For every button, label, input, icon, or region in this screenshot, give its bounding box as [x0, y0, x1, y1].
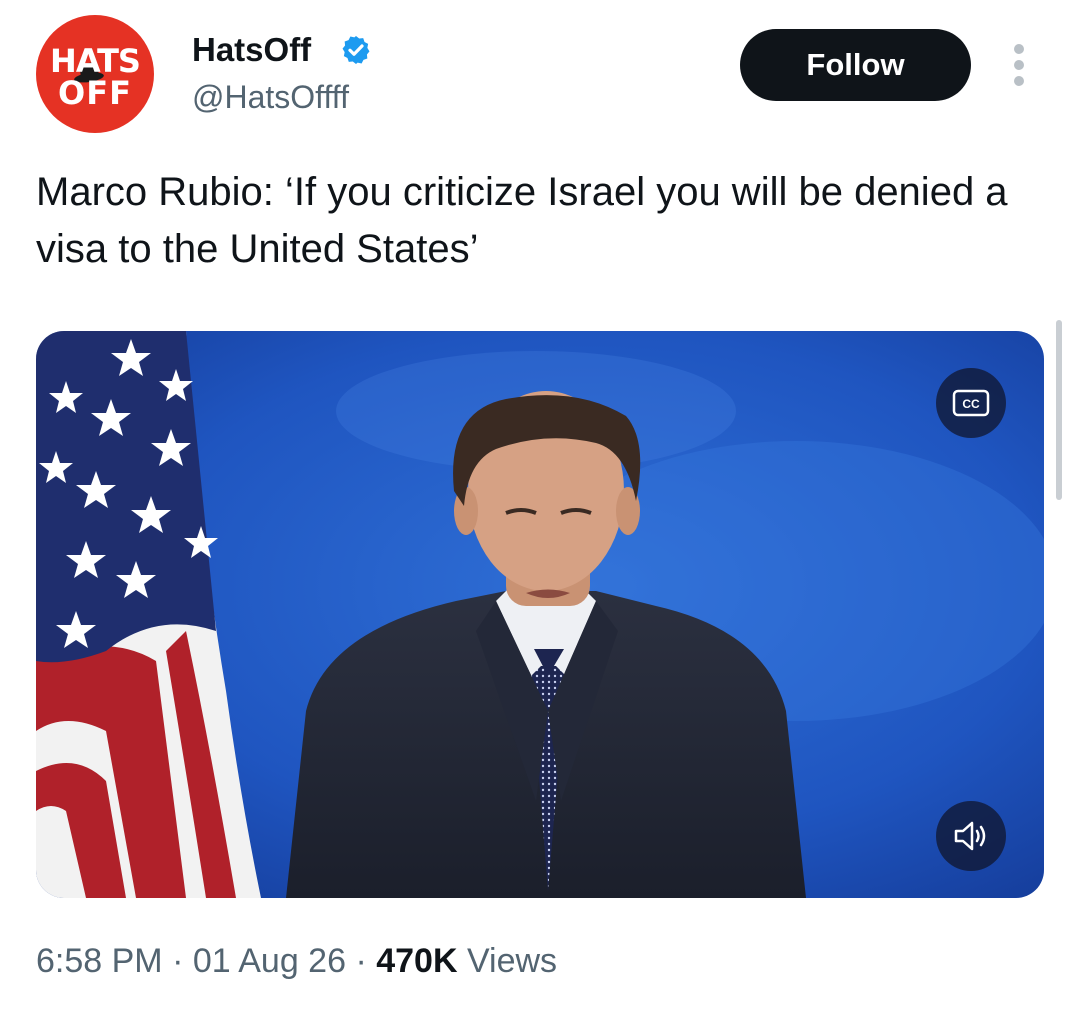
- video-player[interactable]: [36, 331, 1044, 898]
- tweet-date[interactable]: 01 Aug 26: [193, 942, 346, 980]
- tweet-meta: 6:58 PM · 01 Aug 26 · 470K Views: [36, 936, 557, 986]
- tweet-time[interactable]: 6:58 PM: [36, 942, 163, 980]
- avatar-text-hats: HATS: [50, 42, 141, 80]
- scrollbar[interactable]: [1056, 320, 1062, 500]
- avatar[interactable]: HATS OFF: [36, 15, 154, 133]
- video-frame: [36, 331, 1044, 898]
- volume-button[interactable]: [936, 801, 1006, 871]
- follow-button[interactable]: Follow: [740, 29, 971, 101]
- views-count: 470K: [376, 942, 458, 980]
- more-options-icon[interactable]: [1006, 42, 1034, 88]
- verified-badge-icon: [342, 36, 370, 64]
- meta-separator: ·: [162, 942, 193, 980]
- user-handle[interactable]: @HatsOffff: [192, 77, 349, 117]
- cc-label: CC: [962, 397, 980, 411]
- meta-separator: ·: [346, 942, 377, 980]
- display-name[interactable]: HatsOff: [192, 30, 311, 70]
- volume-icon: [954, 821, 986, 851]
- avatar-text-off: OFF: [58, 74, 132, 112]
- tweet-text: Marco Rubio: ‘If you criticize Israel yo…: [36, 170, 1008, 271]
- cc-icon: CC: [952, 389, 990, 417]
- closed-captions-button[interactable]: CC: [936, 368, 1006, 438]
- views-label: Views: [466, 942, 558, 980]
